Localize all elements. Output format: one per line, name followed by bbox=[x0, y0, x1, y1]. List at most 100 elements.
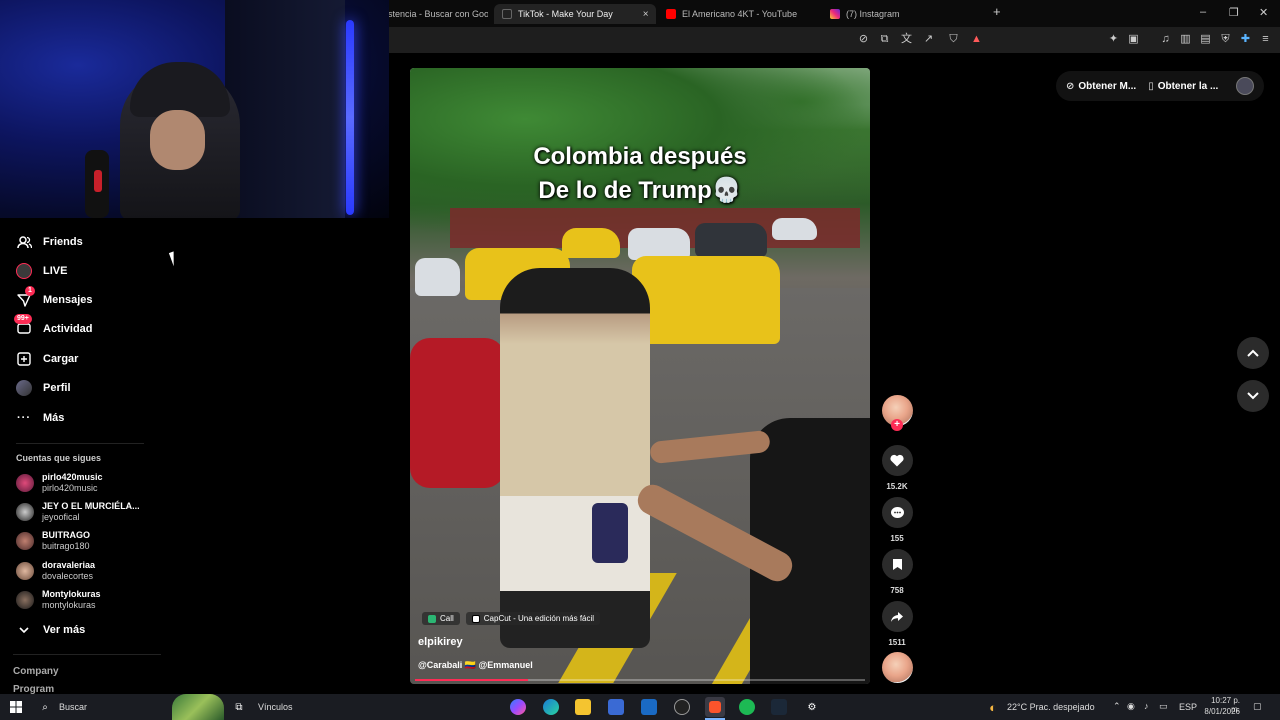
get-app-label: Obtener M... bbox=[1078, 80, 1137, 92]
sidebar-item-live[interactable]: LIVE bbox=[16, 260, 67, 282]
screenshot-icon[interactable]: ▣ bbox=[1127, 33, 1140, 46]
wallet-icon[interactable]: ▤ bbox=[1199, 33, 1212, 46]
share-button[interactable] bbox=[881, 601, 913, 632]
spotify-icon[interactable] bbox=[739, 699, 755, 715]
extensions-icon[interactable]: ✦ bbox=[1107, 33, 1120, 46]
vpn-icon[interactable]: ⛨ bbox=[1219, 33, 1232, 46]
restore-button[interactable]: ❐ bbox=[1229, 6, 1239, 19]
clock-date[interactable]: 8/01/2026 bbox=[1202, 707, 1240, 716]
share-icon[interactable]: ↗ bbox=[922, 33, 935, 46]
windows-start-icon[interactable] bbox=[8, 699, 24, 715]
download-icon: ⊘ bbox=[1066, 80, 1075, 92]
network-icon[interactable]: ▭ bbox=[1159, 701, 1168, 712]
account-username: montylokuras bbox=[42, 600, 96, 610]
brave-icon[interactable] bbox=[705, 697, 725, 717]
webcam-overlay bbox=[0, 0, 389, 218]
new-tab-button[interactable]: + bbox=[993, 4, 1001, 19]
taskbar-search[interactable]: Buscar bbox=[59, 702, 87, 712]
video-scene-car bbox=[415, 258, 460, 296]
user-avatar[interactable] bbox=[1236, 77, 1254, 95]
get-mobile-app-button[interactable]: ▯ Obtener la ... bbox=[1148, 81, 1218, 92]
taskbar-weather[interactable]: 22°C Prac. despejado bbox=[1007, 702, 1095, 712]
video-scene-person bbox=[410, 338, 505, 488]
sidebar-item-friends[interactable]: Friends bbox=[16, 231, 83, 253]
author-avatar-button[interactable]: + bbox=[881, 395, 913, 431]
anchor-capcut[interactable]: CapCut - Una edición más fácil bbox=[465, 612, 601, 625]
steam-icon[interactable] bbox=[771, 699, 787, 715]
tab-tiktok[interactable]: TikTok - Make Your Day × bbox=[494, 4, 656, 24]
sidebar-item-more[interactable]: ··· Más bbox=[16, 407, 64, 429]
live-icon bbox=[16, 263, 32, 279]
previous-video-button[interactable] bbox=[1237, 337, 1269, 369]
weather-icon: ◐ bbox=[989, 699, 997, 715]
minimize-button[interactable]: – bbox=[1200, 6, 1206, 18]
comment-button[interactable] bbox=[881, 497, 913, 528]
store-icon[interactable] bbox=[608, 699, 624, 715]
tab-google-search[interactable]: stencia - Buscar con Googl bbox=[388, 4, 488, 24]
more-icon: ··· bbox=[17, 412, 31, 424]
video-player[interactable]: Colombia después De lo de Trump💀 Call Ca… bbox=[410, 68, 870, 684]
file-explorer-icon[interactable] bbox=[575, 699, 591, 715]
video-scene-person bbox=[500, 268, 650, 648]
tab-youtube[interactable]: El Americano 4KT - YouTube bbox=[666, 4, 816, 24]
obs-icon[interactable] bbox=[674, 699, 690, 715]
language-indicator[interactable]: ESP bbox=[1179, 702, 1197, 712]
brave-rewards-icon[interactable]: ▲ bbox=[970, 33, 983, 46]
edge-icon[interactable] bbox=[543, 699, 559, 715]
copilot-icon[interactable] bbox=[510, 699, 526, 715]
following-account[interactable]: JEY O EL MURCIÉLA... jeyoofical bbox=[16, 498, 140, 526]
music-disc-button[interactable] bbox=[881, 652, 913, 683]
video-anchors: Call CapCut - Una edición más fácil bbox=[422, 612, 601, 625]
chevron-down-icon bbox=[16, 622, 32, 638]
sidebar-toggle-icon[interactable]: ▥ bbox=[1179, 33, 1192, 46]
video-progress-bar[interactable] bbox=[415, 679, 865, 681]
see-more-button[interactable]: Ver más bbox=[16, 619, 85, 641]
menu-icon[interactable]: ≡ bbox=[1259, 33, 1272, 46]
like-button[interactable] bbox=[881, 445, 913, 476]
following-account[interactable]: Montylokuras montylokuras bbox=[16, 586, 101, 614]
tab-instagram[interactable]: (7) Instagram bbox=[830, 4, 970, 24]
comment-count: 155 bbox=[890, 534, 904, 543]
task-view-icon[interactable]: ⧉ bbox=[231, 699, 247, 715]
share-arrow-icon bbox=[891, 611, 903, 622]
sidebar-item-messages[interactable]: 1 Mensajes bbox=[16, 286, 93, 311]
account-username: jeyoofical bbox=[42, 512, 80, 522]
close-tab-icon[interactable]: × bbox=[643, 9, 649, 20]
next-video-button[interactable] bbox=[1237, 380, 1269, 412]
following-section-title: Cuentas que sigues bbox=[16, 453, 102, 463]
mail-icon[interactable] bbox=[641, 699, 657, 715]
translate-off-icon[interactable]: ⊘ bbox=[857, 33, 870, 46]
save-button[interactable] bbox=[881, 549, 913, 580]
taskbar-links[interactable]: Vínculos bbox=[258, 702, 293, 712]
tray-chevron-icon[interactable]: ⌃ bbox=[1113, 701, 1121, 712]
settings-gear-icon[interactable]: ⚙ bbox=[804, 699, 820, 715]
divider bbox=[13, 654, 161, 655]
sidebar-item-upload[interactable]: Cargar bbox=[16, 348, 78, 370]
volume-icon[interactable]: ♪ bbox=[1144, 701, 1149, 711]
anchor-call[interactable]: Call bbox=[422, 612, 460, 625]
search-highlight-image bbox=[172, 694, 224, 720]
open-external-icon[interactable]: ⧉ bbox=[878, 33, 891, 46]
translate-icon[interactable]: 文 bbox=[900, 33, 913, 46]
search-icon[interactable]: ⌕ bbox=[37, 699, 53, 715]
footer-link-company[interactable]: Company bbox=[13, 666, 59, 677]
video-author[interactable]: elpikirey bbox=[418, 636, 463, 648]
following-account[interactable]: pirlo420music pirlo420music bbox=[16, 469, 103, 497]
save-action: 758 bbox=[881, 549, 913, 595]
sidebar-item-label: Más bbox=[43, 412, 65, 424]
sidebar-item-activity[interactable]: 99+ Actividad bbox=[14, 314, 93, 340]
sidebar-item-label: Actividad bbox=[43, 323, 93, 335]
brave-shield-icon[interactable]: ⛉ bbox=[947, 33, 960, 46]
music-icon[interactable]: ♫ bbox=[1159, 33, 1172, 46]
avatar bbox=[16, 591, 34, 609]
music-disc bbox=[881, 652, 913, 683]
close-window-button[interactable]: ✕ bbox=[1259, 6, 1268, 19]
following-account[interactable]: doravaleriaa dovalecortes bbox=[16, 557, 95, 585]
follow-button[interactable]: + bbox=[891, 419, 903, 431]
following-account[interactable]: BUITRAGO buitrago180 bbox=[16, 527, 90, 555]
sidebar-item-profile[interactable]: Perfil bbox=[16, 377, 71, 399]
microphone-icon[interactable]: ◉ bbox=[1127, 701, 1135, 712]
notifications-icon[interactable]: ▢ bbox=[1253, 701, 1262, 712]
extension-icon[interactable]: ✚ bbox=[1239, 33, 1252, 46]
get-app-button[interactable]: ⊘ Obtener M... bbox=[1066, 81, 1136, 92]
